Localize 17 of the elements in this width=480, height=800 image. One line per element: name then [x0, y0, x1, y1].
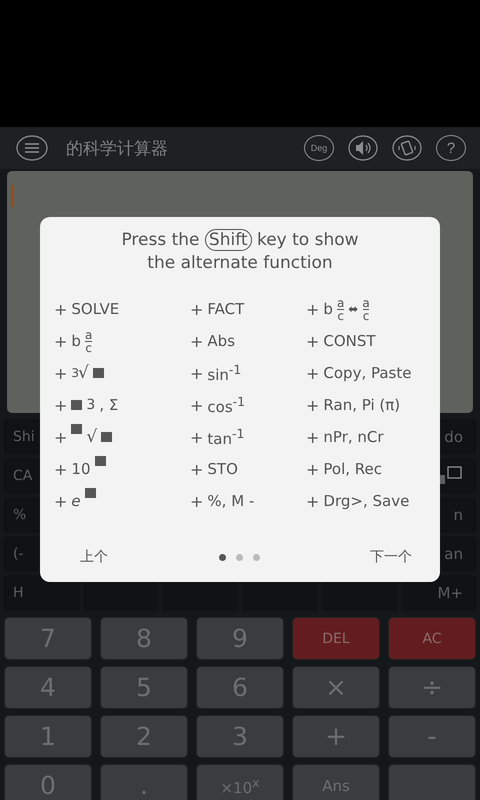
function-item: + Drg>, Save: [306, 492, 410, 510]
function-item: + %, M -: [190, 492, 254, 510]
function-item: + tan$^{-1}$: [190, 426, 244, 448]
function-item: + √: [54, 427, 112, 447]
function-item: + SOLVE: [54, 300, 120, 318]
app-title: 的科学计算器: [66, 138, 169, 160]
function-item: + Pol, Rec: [306, 460, 382, 478]
function-item: + STO: [190, 460, 238, 478]
function-item: + Ran, Pi (π): [306, 396, 400, 414]
function-item: + cos$^{-1}$: [190, 394, 246, 416]
function-item: + CONST: [306, 332, 376, 350]
dialog-title: Press the Shift key to show the alternate function: [120, 229, 360, 275]
function-item: + FACT: [190, 300, 244, 318]
function-item: + Copy, Paste: [306, 364, 412, 382]
function-item: + Abs: [190, 332, 236, 350]
function-item: + nPr, nCr: [306, 428, 384, 446]
function-item: + sin$^{-1}$: [190, 362, 242, 384]
